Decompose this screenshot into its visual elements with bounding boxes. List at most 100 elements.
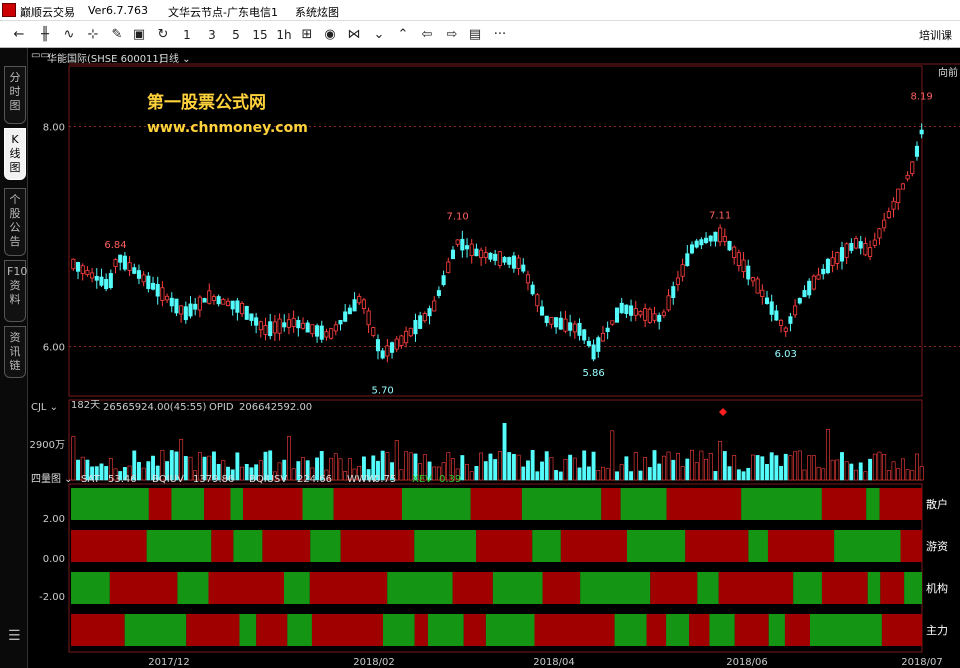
layout-icon[interactable]: ▤ <box>466 26 484 44</box>
candle-body <box>858 241 863 249</box>
candle-body <box>614 307 620 323</box>
candle-body <box>563 318 568 332</box>
volume-bar <box>493 459 498 481</box>
period-1-button[interactable]: 1 <box>178 26 196 44</box>
band-segment <box>880 572 905 604</box>
band-segment <box>534 614 615 646</box>
volume-bar <box>840 452 844 481</box>
candle-body <box>324 331 329 338</box>
volume-bar <box>858 462 863 481</box>
candle-body <box>347 307 352 315</box>
symbol-label[interactable]: 华能国际(SHSE 600011) <box>47 50 163 65</box>
line-chart-icon[interactable]: ∿ <box>60 26 78 44</box>
candle-body <box>366 310 371 326</box>
candle-body <box>675 277 680 285</box>
volume-bar <box>333 453 338 481</box>
candle-body <box>244 306 249 320</box>
candle-body <box>568 322 573 331</box>
price-annotation: 5.86 <box>582 368 604 379</box>
band-segment <box>256 614 288 646</box>
volume-bar <box>399 469 404 481</box>
save-icon[interactable]: ▣ <box>130 26 148 44</box>
candle-body <box>113 259 118 267</box>
candle-body <box>652 313 657 321</box>
back-icon[interactable]: ← <box>10 26 28 44</box>
tab-timeshare[interactable]: 分时图 <box>4 66 26 124</box>
eye-icon[interactable]: ◉ <box>321 26 339 44</box>
band-segment <box>718 572 794 604</box>
chart-area[interactable]: ▭▭ 华能国际(SHSE 600011) 日线 ⌄ 8.00 6.00 向前 第一股票… <box>29 48 960 668</box>
volume-bar <box>535 471 540 481</box>
volume-bar <box>872 453 877 481</box>
volume-bar <box>488 453 493 481</box>
period-3-button[interactable]: 3 <box>203 26 221 44</box>
volume-bar <box>769 452 774 481</box>
volume-bar <box>568 454 573 481</box>
arrow-left-icon[interactable]: ⇦ <box>418 26 436 44</box>
volume-bar <box>615 471 619 481</box>
crosshair-icon[interactable]: ⊹ <box>84 26 102 44</box>
band-segment <box>614 614 647 646</box>
period-15-button[interactable]: 15 <box>251 26 269 44</box>
candle-body <box>483 252 488 258</box>
band-segment <box>476 530 533 562</box>
band-segment <box>233 530 263 562</box>
candle-body <box>371 327 376 336</box>
tab-kline[interactable]: K线图 <box>4 128 26 180</box>
band-segment <box>340 530 415 562</box>
candle-body <box>835 252 840 264</box>
chevron-up-icon[interactable]: ⌃ <box>394 26 412 44</box>
band-segment <box>427 614 464 646</box>
candle-body <box>207 290 212 304</box>
period-dropdown[interactable]: 日线 ⌄ <box>159 50 191 65</box>
band-segment <box>148 488 172 520</box>
volume-bar <box>286 436 291 481</box>
x-axis-label: 2018/04 <box>533 657 575 668</box>
drawing-tool-icon[interactable]: ✎ <box>108 26 126 44</box>
band-segment <box>784 614 810 646</box>
volume-bar <box>844 461 849 481</box>
band-segment <box>867 572 881 604</box>
band-segment <box>532 530 561 562</box>
candle-body <box>183 306 188 321</box>
volume-bar <box>483 461 488 481</box>
chevron-down-icon[interactable]: ⌄ <box>370 26 388 44</box>
candle-body <box>333 324 338 332</box>
candle-body <box>741 259 746 273</box>
band-segment <box>601 488 621 520</box>
training-button[interactable]: 培训课 <box>919 27 952 43</box>
candle-body <box>582 329 587 341</box>
band-segment <box>383 614 415 646</box>
more-icon[interactable]: ··· <box>491 26 509 44</box>
candle-body <box>629 305 634 316</box>
days-label: 182天 <box>71 400 100 411</box>
candle-body <box>450 249 456 260</box>
tab-f10[interactable]: F10资料 <box>4 260 27 322</box>
tab-announcements[interactable]: 个股公告 <box>4 188 26 256</box>
indicator-name: SAT <box>81 474 101 485</box>
candle-body <box>394 338 399 350</box>
bowtie-icon[interactable]: ⋈ <box>345 26 363 44</box>
candle-body <box>422 313 427 322</box>
tab-news-chain[interactable]: 资讯链 <box>4 326 26 378</box>
refresh-icon[interactable]: ↻ <box>154 26 172 44</box>
candle-body <box>586 340 591 347</box>
volume-bar <box>671 459 676 481</box>
price-tick-label: 8.00 <box>43 123 65 134</box>
app-name: 巅顺云交易 <box>20 6 75 19</box>
volume-bar <box>741 471 746 481</box>
period-1h-button[interactable]: 1h <box>275 26 293 44</box>
period-5-button[interactable]: 5 <box>227 26 245 44</box>
candle-body <box>282 322 287 328</box>
candle-body <box>854 238 859 249</box>
band-segment <box>71 572 110 604</box>
candle-body <box>900 183 905 190</box>
candle-body <box>774 310 779 321</box>
menu-icon[interactable]: ☰ <box>8 628 22 644</box>
band-segment <box>302 488 334 520</box>
candlestick-icon[interactable]: ╫ <box>36 26 54 44</box>
kline-chart[interactable]: 8.00 6.00 向前第一股票公式网 www.chnmoney.com 6.84 5.7… <box>29 48 960 668</box>
grid-icon[interactable]: ⊞ <box>298 26 316 44</box>
volume-bar <box>821 468 826 481</box>
arrow-right-icon[interactable]: ⇨ <box>443 26 461 44</box>
